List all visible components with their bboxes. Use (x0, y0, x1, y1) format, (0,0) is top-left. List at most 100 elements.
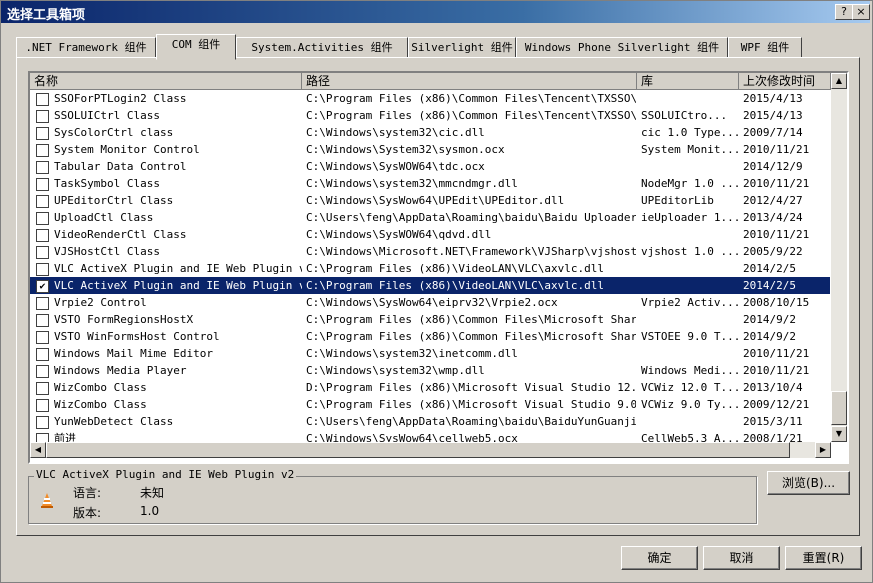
cell-modified: 2015/4/13 (743, 109, 803, 122)
cell-name: WizCombo Class (54, 398, 147, 411)
cell-path: C:\Windows\system32\inetcomm.dll (306, 347, 518, 360)
cell-path: C:\Program Files (x86)\Common Files\Tenc… (306, 109, 636, 122)
row-checkbox[interactable]: ✔ (36, 280, 49, 293)
row-checkbox[interactable] (36, 365, 49, 378)
scroll-left-icon[interactable]: ◀ (30, 442, 46, 458)
column-header-library[interactable]: 库 (637, 73, 739, 90)
cell-library: VSTOEE 9.0 T... (641, 330, 739, 343)
table-row[interactable]: VSTO FormRegionsHostX C:\Program Files (x… (30, 311, 830, 328)
table-row[interactable]: SysColorCtrl class C:\Windows\system32\ci… (30, 124, 830, 141)
table-row[interactable]: ✔ VLC ActiveX Plugin and IE Web Plugin v2… (30, 277, 830, 294)
tab-windows-phone-silverlight[interactable]: Windows Phone Silverlight 组件 (516, 37, 728, 59)
table-row[interactable]: Vrpie2 Control C:\Windows\SysWow64\eiprv3… (30, 294, 830, 311)
table-row[interactable]: TaskSymbol Class C:\Windows\system32\mmcn… (30, 175, 830, 192)
cell-name: YunWebDetect Class (54, 415, 174, 428)
tab-system-activities[interactable]: System.Activities 组件 (236, 37, 408, 59)
row-checkbox[interactable] (36, 93, 49, 106)
table-row[interactable]: System Monitor Control C:\Windows\System3… (30, 141, 830, 158)
list-rows: SSOForPTLogin2 Class C:\Program Files (x8… (30, 90, 830, 447)
cell-library: Vrpie2 Activ... (641, 296, 739, 309)
cell-library: SSOLUICtro... (641, 109, 728, 122)
row-checkbox[interactable] (36, 144, 49, 157)
cell-modified: 2010/11/21 (743, 364, 810, 377)
cell-path: C:\Windows\system32\wmp.dll (306, 364, 485, 377)
tab-wpf[interactable]: WPF 组件 (728, 37, 802, 59)
cell-library: NodeMgr 1.0 ... (641, 177, 739, 190)
row-checkbox[interactable] (36, 331, 49, 344)
cell-path: D:\Program Files (x86)\Microsoft Visual … (306, 381, 636, 394)
table-row[interactable]: Windows Mail Mime Editor C:\Windows\syste… (30, 345, 830, 362)
table-row[interactable]: SSOLUICtrl Class C:\Program Files (x86)\C… (30, 107, 830, 124)
cell-path: C:\Windows\SysWow64\eiprv32\Vrpie2.ocx (306, 296, 558, 309)
cell-modified: 2010/11/21 (743, 177, 810, 190)
column-header-path[interactable]: 路径 (302, 73, 637, 90)
horizontal-scroll-thumb[interactable] (46, 442, 790, 458)
column-header-modified[interactable]: 上次修改时间 (739, 73, 831, 90)
language-label: 语言: (73, 486, 102, 500)
component-list[interactable]: 名称 路径 库 上次修改时间 SSOForPTLogin2 Class C:\Pr… (28, 71, 849, 464)
row-checkbox[interactable] (36, 229, 49, 242)
cell-path: C:\Program Files (x86)\Common Files\Micr… (306, 313, 636, 326)
table-row[interactable]: WizCombo Class D:\Program Files (x86)\Mic… (30, 379, 830, 396)
cell-modified: 2010/11/21 (743, 347, 810, 360)
cell-name: WizCombo Class (54, 381, 147, 394)
tab-com[interactable]: COM 组件 (156, 34, 236, 60)
cell-modified: 2010/11/21 (743, 143, 810, 156)
cell-path: C:\Program Files (x86)\VideoLAN\VLC\axvl… (306, 262, 605, 275)
table-row[interactable]: VideoRenderCtl Class C:\Windows\SysWOW64\… (30, 226, 830, 243)
row-checkbox[interactable] (36, 314, 49, 327)
help-button[interactable]: ? (835, 4, 853, 20)
table-row[interactable]: UPEditorCtrl Class C:\Windows\SysWow64\UP… (30, 192, 830, 209)
vertical-scrollbar[interactable]: ▲ ▼ (831, 73, 847, 442)
table-row[interactable]: Tabular Data Control C:\Windows\SysWOW64\… (30, 158, 830, 175)
scroll-up-icon[interactable]: ▲ (831, 73, 847, 89)
ok-button[interactable]: 确定 (621, 546, 698, 570)
table-row[interactable]: SSOForPTLogin2 Class C:\Program Files (x8… (30, 90, 830, 107)
row-checkbox[interactable] (36, 246, 49, 259)
row-checkbox[interactable] (36, 178, 49, 191)
table-row[interactable]: VLC ActiveX Plugin and IE Web Plugin v1 C… (30, 260, 830, 277)
tab-net-framework[interactable]: .NET Framework 组件 (16, 37, 156, 59)
browse-button[interactable]: 浏览(B)... (767, 471, 850, 495)
cell-library: Windows Medi... (641, 364, 739, 377)
cell-name: SSOForPTLogin2 Class (54, 92, 187, 105)
row-checkbox[interactable] (36, 263, 49, 276)
cell-name: VJSHostCtl Class (54, 245, 160, 258)
scroll-down-icon[interactable]: ▼ (831, 426, 847, 442)
row-checkbox[interactable] (36, 297, 49, 310)
table-row[interactable]: YunWebDetect Class C:\Users\feng\AppData\… (30, 413, 830, 430)
cell-path: C:\Windows\Microsoft.NET\Framework\VJSha… (306, 245, 636, 258)
version-value: 1.0 (140, 504, 160, 518)
row-checkbox[interactable] (36, 110, 49, 123)
cell-name: Vrpie2 Control (54, 296, 147, 309)
cell-modified: 2008/10/15 (743, 296, 810, 309)
horizontal-scrollbar[interactable]: ◀ ▶ (30, 442, 831, 458)
tab-silverlight[interactable]: Silverlight 组件 (408, 37, 516, 59)
table-row[interactable]: Windows Media Player C:\Windows\system32\… (30, 362, 830, 379)
close-button[interactable]: × (852, 4, 870, 20)
row-checkbox[interactable] (36, 161, 49, 174)
cancel-button[interactable]: 取消 (703, 546, 780, 570)
cell-modified: 2010/11/21 (743, 228, 810, 241)
column-header-name[interactable]: 名称 (30, 73, 302, 90)
row-checkbox[interactable] (36, 399, 49, 412)
cell-path: C:\Program Files (x86)\Microsoft Visual … (306, 398, 636, 411)
table-row[interactable]: VJSHostCtl Class C:\Windows\Microsoft.NET… (30, 243, 830, 260)
row-checkbox[interactable] (36, 212, 49, 225)
cell-modified: 2005/9/22 (743, 245, 803, 258)
table-row[interactable]: VSTO WinFormsHost Control C:\Program File… (30, 328, 830, 345)
vertical-scroll-thumb[interactable] (831, 391, 847, 425)
row-checkbox[interactable] (36, 127, 49, 140)
scroll-right-icon[interactable]: ▶ (815, 442, 831, 458)
title-bar: 选择工具箱项 ? × (1, 1, 870, 23)
row-checkbox[interactable] (36, 416, 49, 429)
cell-name: TaskSymbol Class (54, 177, 160, 190)
row-checkbox[interactable] (36, 195, 49, 208)
language-value: 未知 (140, 486, 165, 500)
table-row[interactable]: WizCombo Class C:\Program Files (x86)\Mic… (30, 396, 830, 413)
reset-button[interactable]: 重置(R) (785, 546, 862, 570)
table-row[interactable]: UploadCtl Class C:\Users\feng\AppData\Roa… (30, 209, 830, 226)
row-checkbox[interactable] (36, 382, 49, 395)
vlc-cone-icon (41, 493, 53, 508)
row-checkbox[interactable] (36, 348, 49, 361)
